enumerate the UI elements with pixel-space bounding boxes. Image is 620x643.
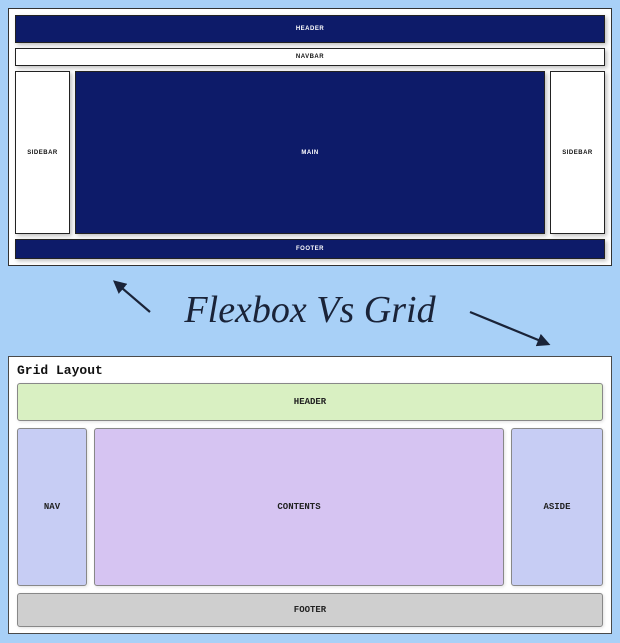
flex-footer: FOOTER <box>15 239 605 259</box>
grid-header: HEADER <box>17 383 603 421</box>
comparison-title: Flexbox Vs Grid <box>184 288 435 332</box>
arrow-to-grid <box>470 312 548 344</box>
flex-header: HEADER <box>15 15 605 43</box>
arrow-to-flexbox <box>115 282 150 312</box>
flex-main: MAIN <box>75 71 545 234</box>
flex-sidebar-right: SIDEBAR <box>550 71 605 234</box>
flex-sidebar-left: SIDEBAR <box>15 71 70 234</box>
grid-layout-example: Grid Layout HEADER NAV CONTENTS ASIDE FO… <box>8 356 612 634</box>
flex-navbar: NAVBAR <box>15 48 605 66</box>
grid-area: HEADER NAV CONTENTS ASIDE FOOTER <box>17 383 603 627</box>
flexbox-layout-example: HEADER NAVBAR SIDEBAR MAIN SIDEBAR FOOTE… <box>8 8 612 266</box>
grid-footer: FOOTER <box>17 593 603 627</box>
grid-nav: NAV <box>17 428 87 586</box>
grid-aside: ASIDE <box>511 428 603 586</box>
grid-contents: CONTENTS <box>94 428 504 586</box>
grid-card-title: Grid Layout <box>17 363 603 378</box>
comparison-title-wrap: Flexbox Vs Grid <box>0 272 620 347</box>
